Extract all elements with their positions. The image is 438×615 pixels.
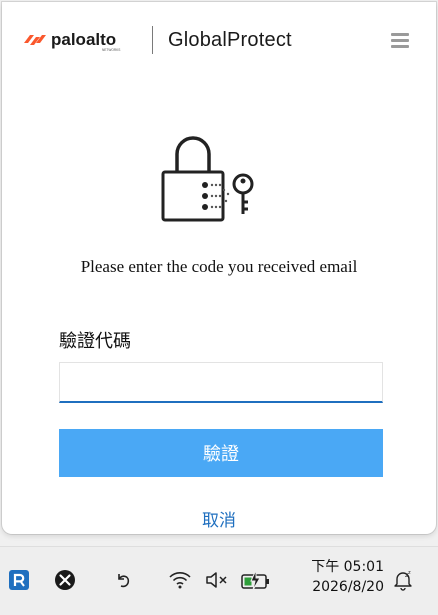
- xbox-icon[interactable]: [54, 569, 76, 591]
- clock-date: 2026/8/20: [312, 579, 384, 595]
- screen: paloalto NETWORKS GlobalProtect Please e…: [0, 0, 438, 615]
- code-input[interactable]: [59, 362, 383, 403]
- popup-header: paloalto NETWORKS GlobalProtect: [2, 2, 436, 80]
- battery-charging-icon[interactable]: [240, 569, 272, 591]
- undo-icon[interactable]: [113, 569, 135, 591]
- brand-tagline: NETWORKS: [102, 48, 120, 52]
- brand-name: paloalto: [51, 30, 116, 49]
- brand-divider: [152, 26, 153, 54]
- code-field-label: 驗證代碼: [59, 331, 131, 352]
- verify-button[interactable]: 驗證: [59, 429, 383, 477]
- svg-text:z: z: [408, 570, 411, 576]
- hamburger-menu-icon[interactable]: [388, 29, 412, 53]
- paloalto-logo: paloalto NETWORKS: [22, 28, 142, 52]
- notification-snooze-icon[interactable]: z z: [392, 569, 414, 591]
- clock-time: 下午 05:01: [311, 559, 384, 575]
- instruction-text: Please enter the code you received email: [80, 257, 358, 276]
- globalprotect-popup: paloalto NETWORKS GlobalProtect Please e…: [2, 2, 436, 534]
- wifi-icon[interactable]: [168, 570, 192, 590]
- taskbar-clock[interactable]: 下午 05:01 2026/8/20: [290, 557, 384, 597]
- lock-key-icon: [157, 130, 257, 226]
- globalprotect-tray-icon[interactable]: [8, 569, 30, 591]
- paloalto-logo-graphic: paloalto NETWORKS: [24, 30, 120, 52]
- taskbar: 下午 05:01 2026/8/20 z z: [0, 546, 438, 615]
- cancel-link[interactable]: 取消: [2, 506, 436, 531]
- product-name: GlobalProtect: [168, 29, 292, 51]
- speaker-muted-icon[interactable]: [204, 570, 230, 590]
